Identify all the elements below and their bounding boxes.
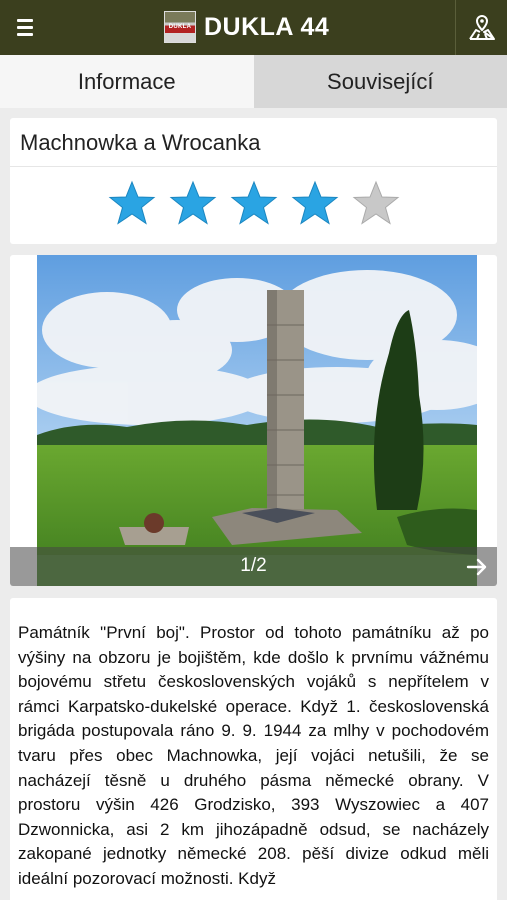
memorial-photo: [37, 255, 477, 586]
map-pin-icon: [468, 14, 495, 40]
star-filled-icon[interactable]: [230, 180, 278, 226]
tab-souvisejici[interactable]: Související: [253, 55, 507, 108]
app-logo: DUKLA: [164, 11, 196, 43]
place-card: Machnowka a Wrocanka: [10, 118, 497, 244]
map-button[interactable]: [455, 0, 507, 55]
app-brand: DUKLA DUKLA 44: [164, 11, 329, 43]
gallery-controls: 1/2: [10, 547, 497, 586]
tab-bar: Informace Související: [0, 55, 507, 108]
logo-text: DUKLA: [168, 24, 192, 30]
star-filled-icon[interactable]: [108, 180, 156, 226]
star-empty-icon[interactable]: [352, 180, 400, 226]
next-photo-button[interactable]: [457, 547, 497, 586]
hamburger-menu-icon[interactable]: [10, 12, 40, 42]
tab-informace[interactable]: Informace: [0, 55, 254, 108]
arrow-right-icon: [466, 558, 487, 575]
rating-stars[interactable]: [10, 180, 497, 226]
photo-gallery[interactable]: 1/2: [10, 255, 497, 586]
divider: [10, 166, 497, 167]
description-card: Památník "První boj". Prostor od tohoto …: [10, 598, 497, 900]
star-filled-icon[interactable]: [291, 180, 339, 226]
place-title: Machnowka a Wrocanka: [20, 130, 261, 155]
gallery-counter: 1/2: [240, 555, 267, 576]
star-filled-icon[interactable]: [169, 180, 217, 226]
app-bar: DUKLA DUKLA 44: [0, 0, 507, 55]
app-title: DUKLA 44: [204, 12, 330, 41]
description-text: Památník "První boj". Prostor od tohoto …: [18, 623, 489, 888]
